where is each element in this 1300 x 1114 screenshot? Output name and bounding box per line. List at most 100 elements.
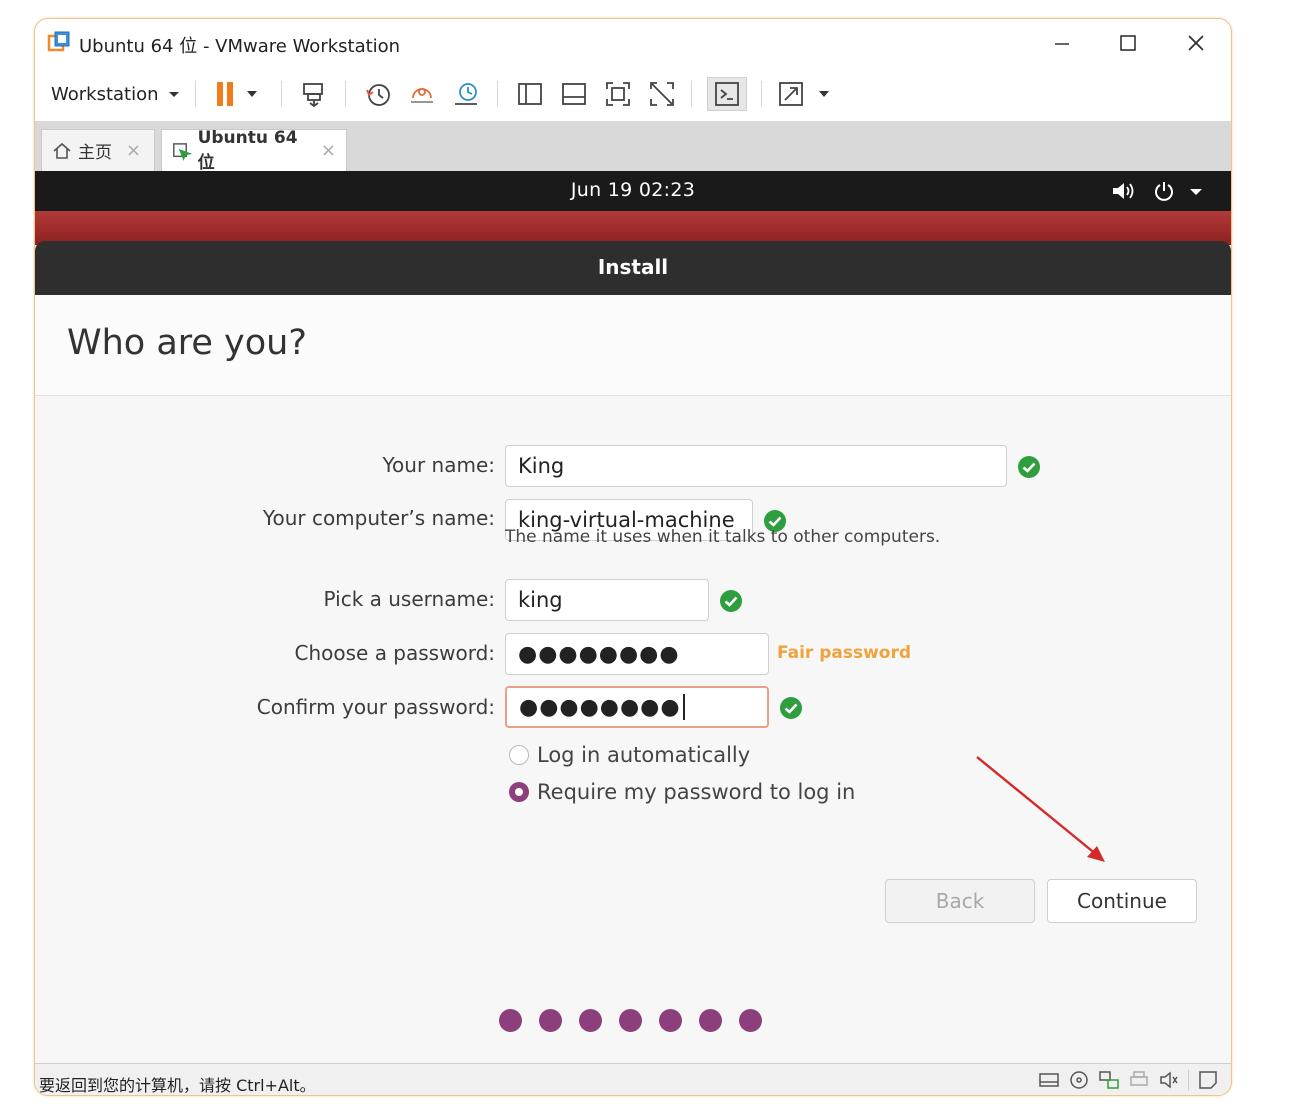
your-name-input[interactable]: King	[505, 445, 1007, 487]
full-screen-button[interactable]	[601, 79, 635, 109]
hard-disk-icon[interactable]	[1038, 1070, 1060, 1090]
revert-snapshot-button[interactable]	[405, 79, 439, 109]
page-header: Who are you?	[35, 295, 1231, 396]
message-icon[interactable]	[1197, 1070, 1219, 1090]
progress-dot	[539, 1009, 562, 1032]
check-circle-icon	[780, 697, 802, 719]
your-name-label: Your name:	[382, 453, 495, 477]
password-strength: Fair password	[777, 643, 912, 663]
revert-snapshot-icon	[411, 88, 433, 103]
require-password-option[interactable]: Require my password to log in	[509, 780, 855, 804]
console-view-button[interactable]	[707, 77, 747, 111]
status-bar: 要返回到您的计算机，请按 Ctrl+Alt。	[35, 1063, 1231, 1095]
require-password-label: Require my password to log in	[537, 780, 856, 804]
pause-icon	[217, 82, 257, 106]
pause-button[interactable]	[211, 79, 261, 109]
title-bar: Ubuntu 64 位 - VMware Workstation	[35, 19, 1231, 67]
progress-dot	[619, 1009, 642, 1032]
tab-ubuntu-vm-close-icon[interactable]: ×	[321, 140, 336, 161]
toolbar: Workstation	[35, 67, 1231, 122]
home-icon	[53, 142, 71, 159]
power-icon	[1155, 182, 1173, 201]
progress-dot	[499, 1009, 522, 1032]
require-password-radio[interactable]	[509, 782, 529, 802]
stretch-guest-button[interactable]	[775, 79, 835, 109]
network-icon[interactable]	[1098, 1070, 1120, 1090]
clock[interactable]: Jun 19 02:23	[35, 179, 1231, 201]
computer-name-label: Your computer’s name:	[262, 506, 495, 530]
tab-home[interactable]: 主页 ×	[41, 129, 155, 171]
minimize-icon	[1055, 43, 1069, 45]
install-progress-dots	[499, 1009, 762, 1032]
chevron-down-icon	[1190, 189, 1202, 195]
progress-dot	[699, 1009, 722, 1032]
status-hint: 要返回到您的计算机，请按 Ctrl+Alt。	[39, 1076, 316, 1095]
snapshot-manager-icon	[455, 83, 477, 105]
back-button[interactable]: Back	[885, 879, 1035, 923]
tab-bar: 主页 × Ubuntu 64 位 ×	[35, 121, 1231, 173]
vm-display[interactable]: Jun 19 02:23 Install Who are you? Your n…	[35, 171, 1231, 1063]
close-button[interactable]	[1179, 27, 1213, 59]
confirm-password-label: Confirm your password:	[256, 695, 495, 719]
confirm-password-value: ●●●●●●●●	[519, 694, 681, 720]
page-title: Who are you?	[67, 323, 307, 363]
library-icon	[518, 83, 542, 105]
installer-titlebar: Install	[35, 241, 1231, 295]
password-input[interactable]: ●●●●●●●●	[505, 633, 769, 675]
cd-drive-icon[interactable]	[1068, 1070, 1090, 1090]
maximize-button[interactable]	[1111, 27, 1145, 59]
username-label: Pick a username:	[323, 587, 495, 611]
login-automatically-radio[interactable]	[509, 745, 529, 765]
take-snapshot-button[interactable]	[361, 79, 395, 109]
console-icon	[715, 82, 739, 106]
vmware-window: Ubuntu 64 位 - VMware Workstation Worksta…	[34, 18, 1232, 1096]
volume-icon	[1113, 183, 1134, 199]
progress-dot	[739, 1009, 762, 1032]
sound-icon[interactable]	[1158, 1070, 1180, 1090]
check-circle-icon	[720, 590, 742, 612]
username-input[interactable]: king	[505, 579, 709, 621]
thumbnail-bar-button[interactable]	[557, 79, 591, 109]
installer-title: Install	[597, 255, 669, 279]
login-automatically-label: Log in automatically	[537, 743, 751, 767]
unity-icon	[650, 82, 674, 106]
username-value: king	[518, 588, 563, 612]
login-automatically-option[interactable]: Log in automatically	[509, 743, 750, 767]
printer-icon[interactable]	[1128, 1070, 1150, 1090]
continue-button[interactable]: Continue	[1047, 879, 1197, 923]
unity-button[interactable]	[645, 79, 679, 109]
stretch-icon	[779, 82, 829, 106]
tab-ubuntu-vm-label: Ubuntu 64 位	[197, 128, 298, 173]
password-value: ●●●●●●●●	[518, 641, 680, 667]
send-keys-icon	[303, 83, 323, 108]
progress-dot	[659, 1009, 682, 1032]
check-circle-icon	[1018, 456, 1040, 478]
tab-ubuntu-vm[interactable]: Ubuntu 64 位 ×	[161, 128, 347, 173]
device-icons	[1038, 1070, 1219, 1090]
workstation-menu-label: Workstation	[51, 83, 159, 105]
full-screen-icon	[606, 82, 630, 106]
chevron-down-icon	[168, 92, 179, 97]
tab-home-label: 主页	[78, 143, 112, 163]
system-tray[interactable]	[1111, 179, 1205, 203]
snapshot-icon	[366, 84, 390, 106]
computer-name-hint: The name it uses when it talks to other …	[505, 527, 941, 547]
workstation-menu[interactable]: Workstation	[51, 79, 181, 109]
confirm-password-input[interactable]: ●●●●●●●●	[505, 686, 769, 728]
vmware-logo-icon	[47, 31, 70, 52]
thumbnail-bar-icon	[562, 83, 586, 105]
your-name-value: King	[518, 454, 565, 478]
window-title: Ubuntu 64 位 - VMware Workstation	[79, 36, 401, 57]
maximize-icon	[1120, 35, 1136, 51]
send-ctrl-alt-del-button[interactable]	[297, 79, 331, 109]
minimize-button[interactable]	[1045, 27, 1079, 59]
show-library-button[interactable]	[513, 79, 547, 109]
annotation-arrow-icon	[976, 756, 1105, 862]
snapshot-manager-button[interactable]	[449, 79, 483, 109]
progress-dot	[579, 1009, 602, 1032]
vm-icon	[173, 142, 192, 161]
password-label: Choose a password:	[294, 641, 496, 665]
ubuntu-top-bar: Jun 19 02:23	[35, 171, 1231, 211]
wallpaper-strip	[35, 211, 1231, 245]
tab-home-close-icon[interactable]: ×	[126, 140, 141, 161]
